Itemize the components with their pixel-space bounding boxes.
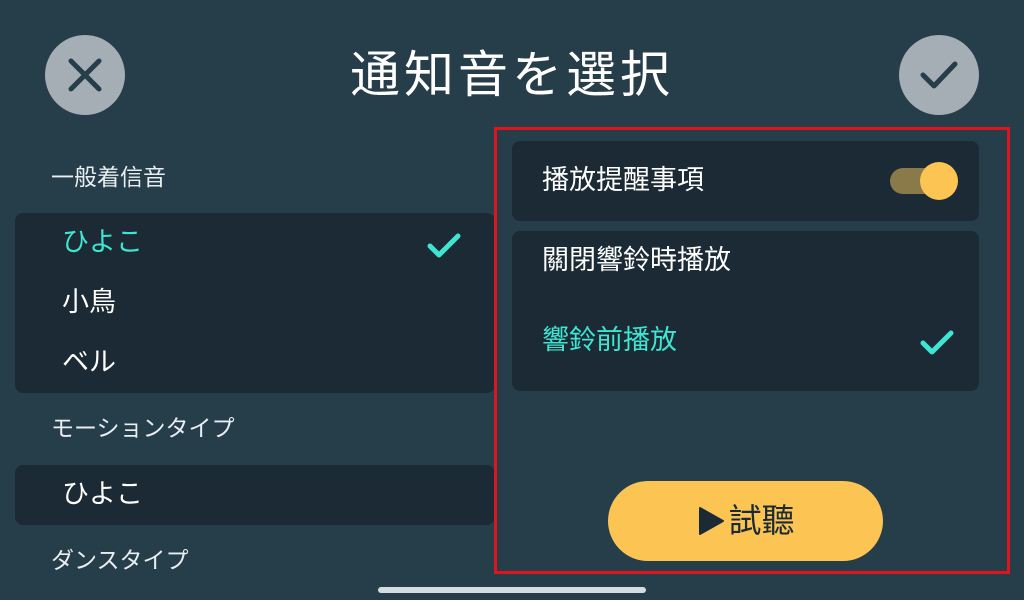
option-play-before-ring[interactable]: 響鈴前播放 bbox=[542, 323, 677, 359]
confirm-button[interactable] bbox=[899, 35, 979, 115]
ringtone-list: ひよこ 小鳥 ベル bbox=[15, 213, 495, 393]
listen-button[interactable]: 試聽 bbox=[608, 481, 883, 561]
reminder-toggle-knob[interactable] bbox=[920, 162, 958, 200]
section-label-motion: モーションタイプ bbox=[51, 416, 235, 442]
section-label-dance: ダンスタイプ bbox=[51, 548, 189, 574]
reminder-toggle-label: 播放提醒事項 bbox=[542, 165, 704, 196]
motion-list: ひよこ bbox=[15, 465, 495, 525]
listen-button-label: 試聽 bbox=[728, 501, 795, 540]
ringtone-item-hiyoko[interactable]: ひよこ bbox=[62, 225, 143, 261]
section-label-ringtones: 一般着信音 bbox=[51, 165, 166, 191]
home-indicator[interactable] bbox=[378, 587, 646, 593]
ringtone-item-kotori[interactable]: 小鳥 bbox=[62, 285, 116, 321]
check-icon bbox=[920, 61, 958, 89]
play-icon bbox=[698, 507, 724, 535]
option-play-on-close[interactable]: 關閉響鈴時播放 bbox=[542, 243, 731, 279]
motion-item-hiyoko[interactable]: ひよこ bbox=[62, 477, 143, 513]
check-icon bbox=[920, 330, 954, 355]
ringtone-item-bell[interactable]: ベル bbox=[62, 345, 116, 381]
page-title: 通知音を選択 bbox=[350, 46, 674, 104]
check-icon bbox=[427, 233, 461, 258]
